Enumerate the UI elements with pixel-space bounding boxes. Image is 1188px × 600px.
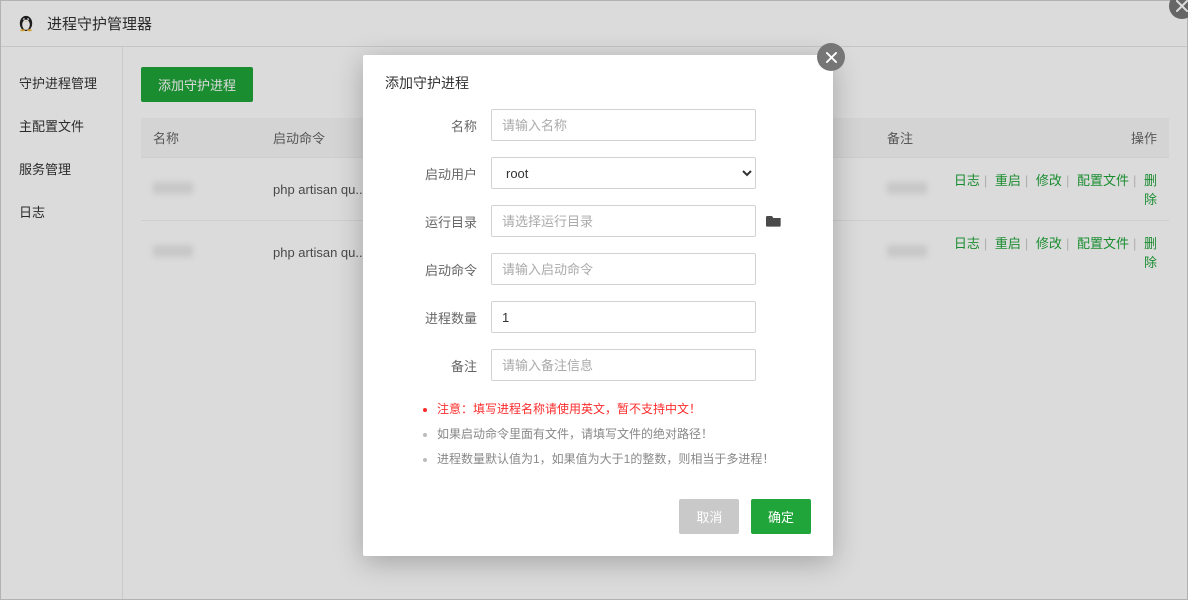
label-count: 进程数量 bbox=[395, 308, 491, 327]
label-command: 启动命令 bbox=[395, 260, 491, 279]
label-dir: 运行目录 bbox=[395, 212, 491, 231]
user-select[interactable]: root bbox=[491, 157, 756, 189]
modal-title: 添加守护进程 bbox=[363, 55, 833, 103]
tip-item: 如果启动命令里面有文件，请填写文件的绝对路径！ bbox=[437, 422, 801, 447]
label-remark: 备注 bbox=[395, 356, 491, 375]
command-input[interactable] bbox=[491, 253, 756, 285]
add-process-modal: 添加守护进程 名称 启动用户 root 运行目录 启动命令 进程数量 bbox=[363, 55, 833, 556]
dir-input[interactable] bbox=[491, 205, 756, 237]
name-input[interactable] bbox=[491, 109, 756, 141]
folder-icon[interactable] bbox=[766, 213, 782, 230]
confirm-button[interactable]: 确定 bbox=[751, 499, 811, 534]
cancel-button[interactable]: 取消 bbox=[679, 499, 739, 534]
modal-close-button[interactable] bbox=[817, 43, 845, 71]
label-name: 名称 bbox=[395, 116, 491, 135]
remark-input[interactable] bbox=[491, 349, 756, 381]
tip-item: 注意：填写进程名称请使用英文，暂不支持中文！ bbox=[437, 397, 801, 422]
tip-item: 进程数量默认值为1，如果值为大于1的整数，则相当于多进程！ bbox=[437, 447, 801, 472]
tips-list: 注意：填写进程名称请使用英文，暂不支持中文！ 如果启动命令里面有文件，请填写文件… bbox=[425, 397, 801, 473]
count-input[interactable] bbox=[491, 301, 756, 333]
label-user: 启动用户 bbox=[395, 164, 491, 183]
